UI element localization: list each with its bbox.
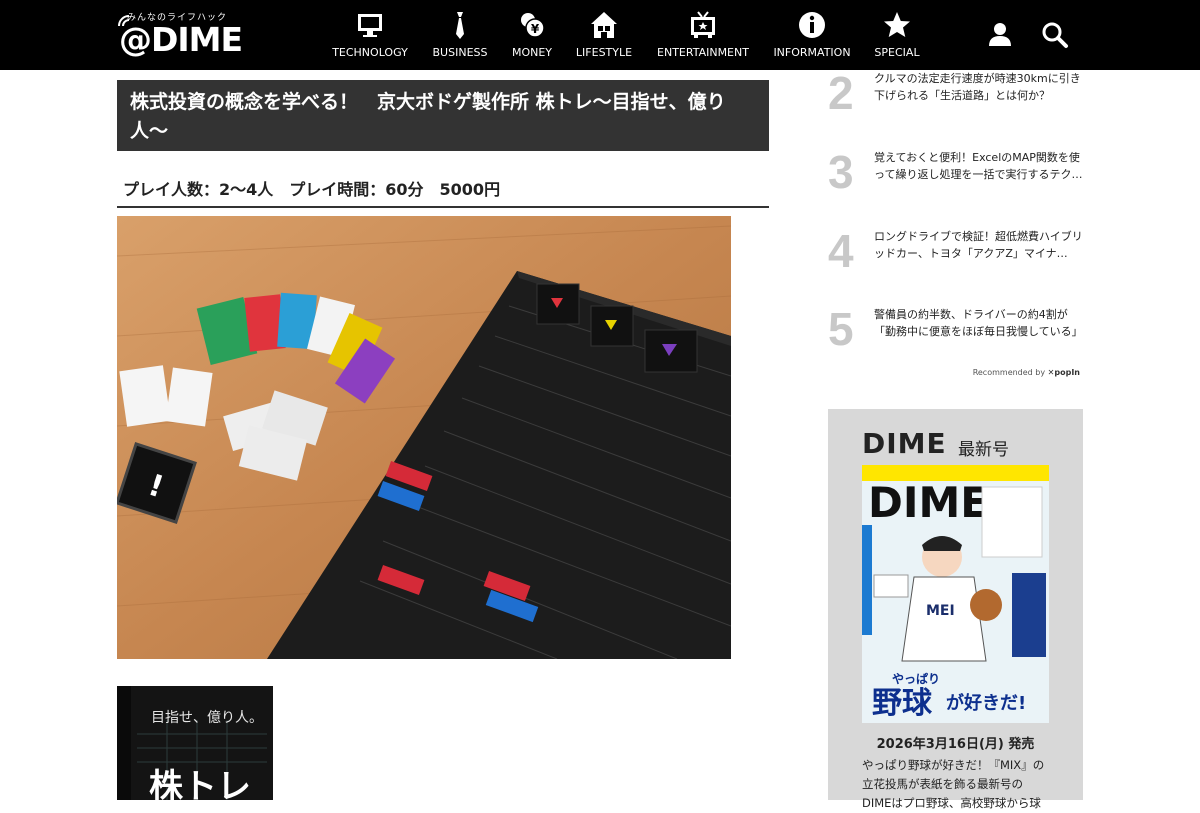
nav-label: BUSINESS bbox=[432, 46, 488, 59]
article-subhead: プレイ人数：2〜4人 プレイ時間：60分 5000円 bbox=[117, 176, 769, 208]
info-icon bbox=[799, 12, 825, 38]
rank-number: 2 bbox=[828, 67, 854, 119]
rank-number: 4 bbox=[828, 225, 854, 277]
popin-logo-icon: ✕popIn bbox=[1047, 368, 1080, 377]
nav-special[interactable]: SPECIAL bbox=[862, 0, 932, 70]
tv-icon bbox=[691, 11, 715, 38]
site-logo[interactable]: みんなのライフハック @DIME bbox=[117, 8, 243, 59]
nav-label: LIFESTYLE bbox=[575, 46, 633, 59]
magazine-description[interactable]: やっぱり野球が好きだ！『MIX』の立花投馬が表紙を飾る最新号のDIMEはプロ野球… bbox=[862, 756, 1052, 813]
rank-number: 5 bbox=[828, 303, 854, 355]
box-copy: 目指せ、億り人。 bbox=[151, 710, 263, 726]
rank-title[interactable]: 警備員の約半数、ドライバーの約4割が「勤務中に便意をほぼ毎日我慢している」 bbox=[874, 306, 1084, 340]
star-icon bbox=[884, 12, 910, 37]
nav-information[interactable]: INFORMATION bbox=[762, 0, 862, 70]
cover-illustration: DIME MEI やっぱり 野球 が好きだ! bbox=[862, 465, 1049, 723]
cover-copy-1: やっぱり bbox=[892, 671, 940, 686]
latest-magazine-panel: DIME 最新号 DIME MEI やっぱり 野球 が好きだ! 2026年3月1… bbox=[828, 409, 1083, 810]
ranking-item[interactable]: 4 ロングドライブで検証！超低燃費ハイブリッドカー、トヨタ「アクアZ」マイナ… bbox=[828, 225, 1084, 288]
user-icon[interactable] bbox=[985, 20, 1015, 50]
nav-technology[interactable]: TECHNOLOGY bbox=[320, 0, 420, 70]
board-illustration: ! bbox=[117, 216, 731, 659]
box-illustration: 目指せ、億り人。 株トレ bbox=[117, 684, 276, 800]
house-icon bbox=[591, 12, 617, 38]
nav-label: INFORMATION bbox=[773, 46, 851, 59]
recommend-brand: popIn bbox=[1054, 368, 1080, 377]
nav-label: SPECIAL bbox=[874, 46, 920, 59]
necktie-icon bbox=[456, 12, 464, 39]
article-title-box: 株式投資の概念を学べる！ 京大ボドゲ製作所 株トレ〜目指せ、億り人〜 bbox=[117, 80, 769, 151]
game-box-photo: 目指せ、億り人。 株トレ bbox=[117, 684, 276, 800]
nav-label: TECHNOLOGY bbox=[332, 46, 408, 59]
nav-entertainment[interactable]: ENTERTAINMENT bbox=[644, 0, 762, 70]
coin-yen-icon: ¥ bbox=[521, 13, 545, 38]
rank-title[interactable]: クルマの法定走行速度が時速30kmに引き下げられる「生活道路」とは何か？ bbox=[874, 70, 1084, 104]
ranking-item[interactable]: 5 警備員の約半数、ドライバーの約4割が「勤務中に便意をほぼ毎日我慢している」 bbox=[828, 303, 1084, 366]
magazine-cover[interactable]: DIME MEI やっぱり 野球 が好きだ! bbox=[862, 465, 1049, 723]
nav-lifestyle[interactable]: LIFESTYLE bbox=[564, 0, 644, 70]
cover-copy-2: 野球 bbox=[872, 686, 933, 721]
nav-label: MONEY bbox=[511, 46, 553, 59]
magazine-header: DIME 最新号 bbox=[862, 427, 1009, 460]
monitor-icon bbox=[358, 14, 382, 37]
cover-copy-3: が好きだ! bbox=[946, 692, 1026, 714]
game-spec: プレイ人数：2〜4人 プレイ時間：60分 5000円 bbox=[123, 180, 501, 199]
cover-title: DIME bbox=[868, 478, 989, 527]
nav-business[interactable]: BUSINESS bbox=[420, 0, 500, 70]
rank-number: 3 bbox=[828, 146, 854, 198]
nav-label: ENTERTAINMENT bbox=[657, 46, 749, 59]
svg-text:MEI: MEI bbox=[926, 603, 955, 619]
magazine-latest-label: 最新号 bbox=[958, 440, 1009, 460]
svg-text:¥: ¥ bbox=[531, 22, 540, 36]
rank-title[interactable]: ロングドライブで検証！超低燃費ハイブリッドカー、トヨタ「アクアZ」マイナ… bbox=[874, 228, 1084, 262]
rank-title[interactable]: 覚えておくと便利！ExcelのMAP関数を使って繰り返し処理を一括で実行するテク… bbox=[874, 149, 1084, 183]
article-title: 株式投資の概念を学べる！ 京大ボドゲ製作所 株トレ〜目指せ、億り人〜 bbox=[130, 91, 726, 142]
ranking-item[interactable]: 3 覚えておくと便利！ExcelのMAP関数を使って繰り返し処理を一括で実行する… bbox=[828, 146, 1084, 209]
nav-money[interactable]: ¥ MONEY bbox=[500, 0, 564, 70]
logo-text: @DIME bbox=[119, 20, 243, 59]
game-board-photo: ! bbox=[117, 216, 731, 659]
site-header: みんなのライフハック @DIME TECHNOLOGY BUSINESS ¥ M… bbox=[0, 0, 1200, 70]
box-title: 株トレ bbox=[149, 767, 251, 800]
magazine-release-date: 2026年3月16日(月) 発売 bbox=[876, 737, 1035, 752]
recommend-label: Recommended by bbox=[972, 368, 1046, 377]
recommended-by[interactable]: Recommended by ✕popIn bbox=[900, 368, 1080, 377]
search-icon[interactable] bbox=[1040, 20, 1070, 50]
magazine-brand: DIME bbox=[862, 427, 947, 460]
ranking-item[interactable]: 2 クルマの法定走行速度が時速30kmに引き下げられる「生活道路」とは何か？ bbox=[828, 67, 1084, 130]
